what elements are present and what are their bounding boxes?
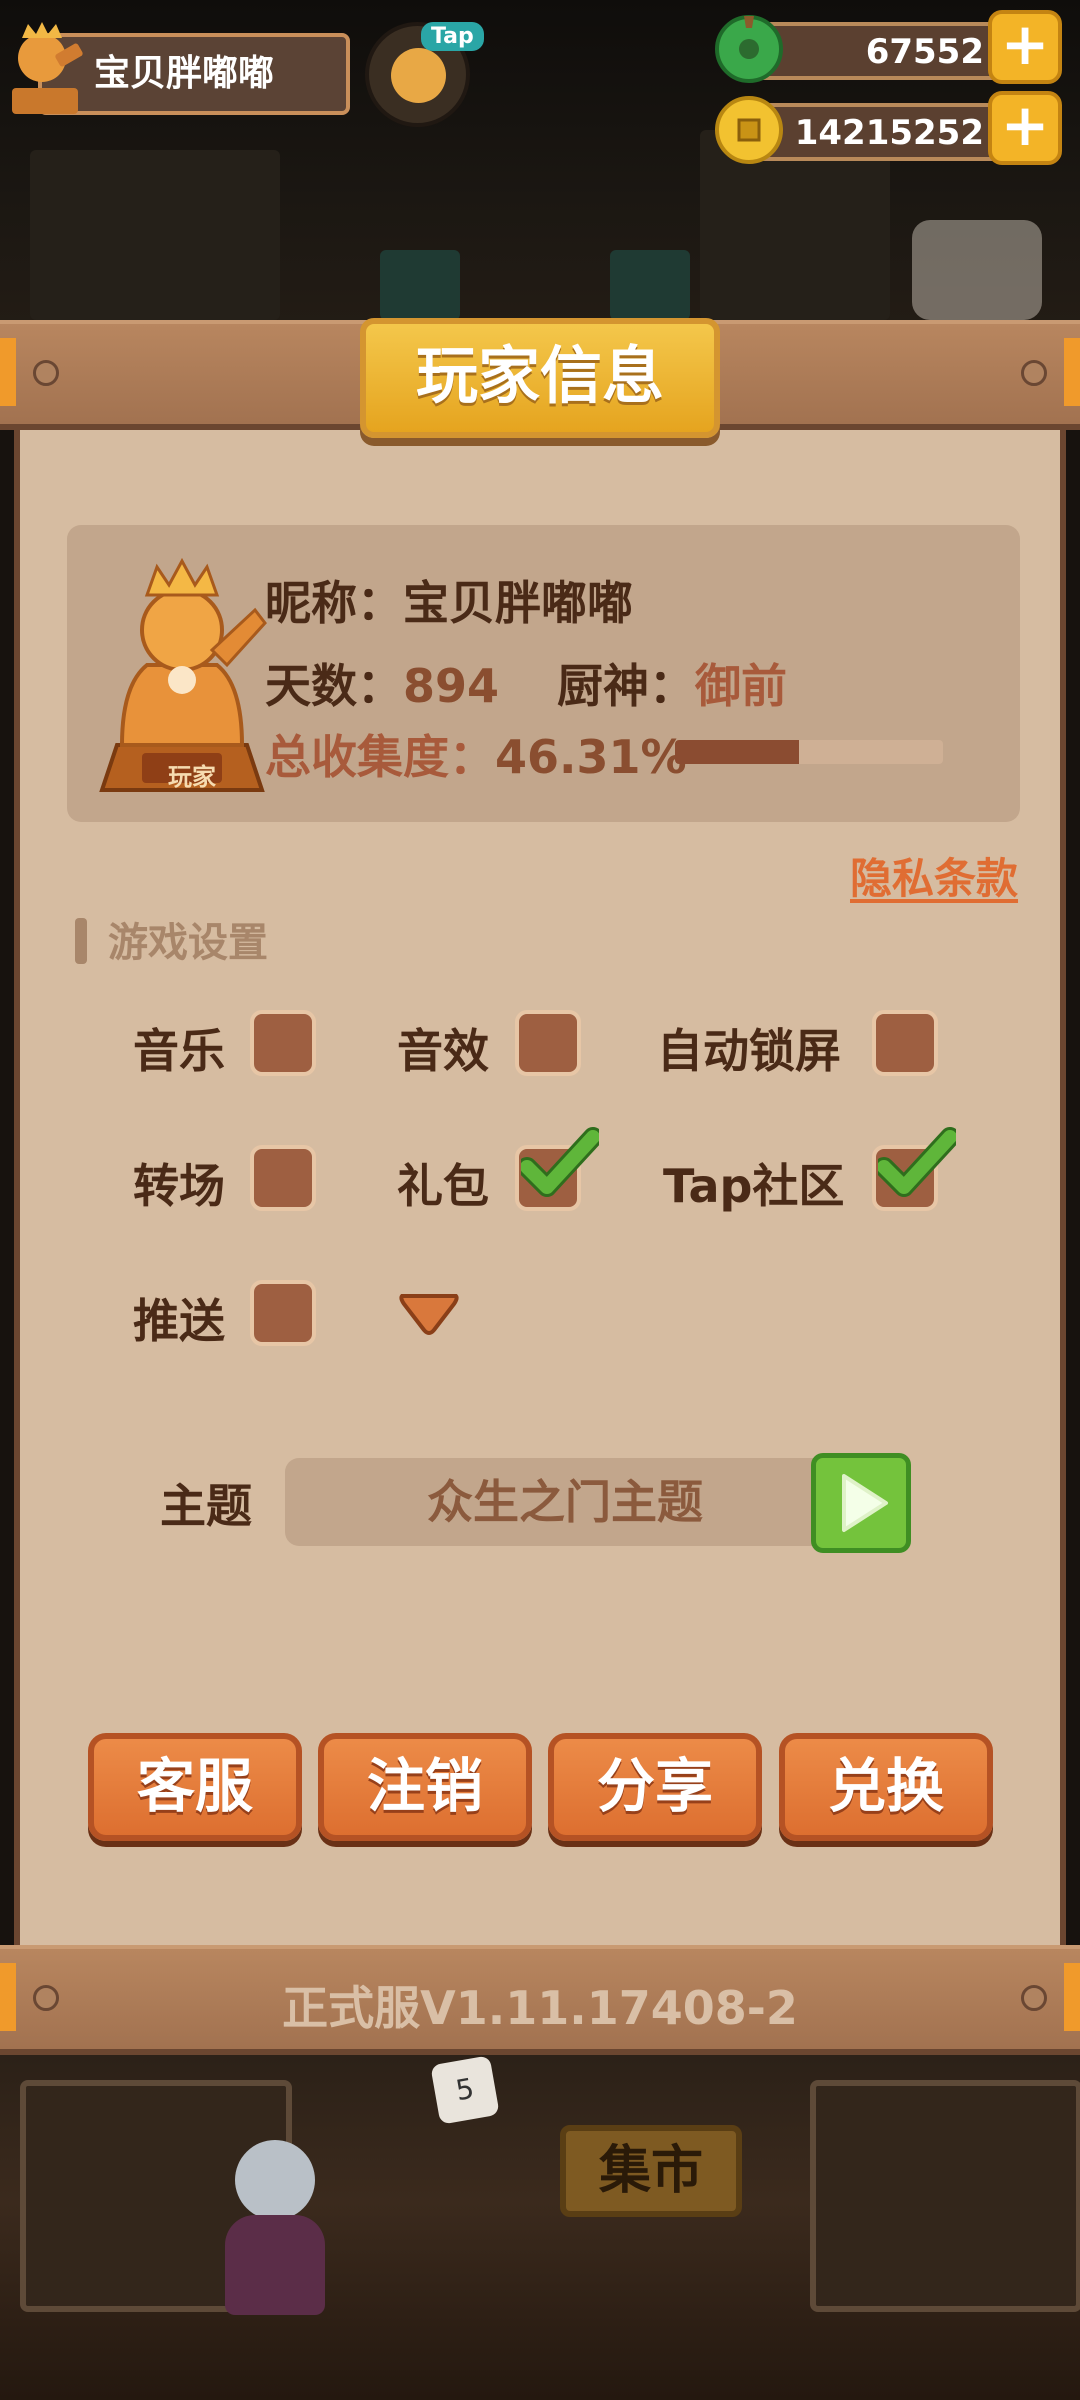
- theme-selector[interactable]: 众生之门主题: [285, 1458, 845, 1546]
- version-label: 正式服V1.11.17408-2: [282, 1981, 798, 2035]
- privacy-policy-link[interactable]: 隐私条款: [850, 845, 1018, 906]
- speech-sign-icon: [912, 220, 1042, 320]
- logout-button[interactable]: 注销: [318, 1733, 532, 1841]
- panel-title: 玩家信息: [360, 318, 720, 438]
- tap-community-button[interactable]: Tap: [365, 22, 484, 127]
- add-jade-button[interactable]: +: [988, 10, 1062, 84]
- play-icon: [842, 1474, 888, 1532]
- customer-service-button[interactable]: 客服: [88, 1733, 302, 1841]
- nickname-label: 昵称：: [265, 576, 403, 630]
- chef-label: 厨神：: [557, 659, 695, 713]
- gift-pack-label: 礼包: [397, 1159, 489, 1213]
- coin-icon: [715, 96, 783, 164]
- share-button[interactable]: 分享: [548, 1733, 762, 1841]
- collection-label: 总收集度：: [265, 730, 495, 784]
- transition-label: 转场: [133, 1159, 225, 1213]
- push-label: 推送: [133, 1294, 225, 1348]
- market-stall: [810, 2080, 1080, 2312]
- collection-value: 46.31%: [495, 730, 687, 784]
- auto-lock-label: 自动锁屏: [657, 1024, 841, 1078]
- days-value: 894: [403, 659, 500, 713]
- market-sign[interactable]: 集市: [560, 2125, 742, 2217]
- days-row: 天数：894: [265, 650, 499, 716]
- section-marker: [75, 918, 87, 964]
- coin-amount: 14215252: [794, 113, 984, 153]
- jade-amount: 67552: [865, 32, 984, 72]
- collection-progress-fill: [675, 740, 800, 764]
- theme-label: 主题: [160, 1479, 252, 1533]
- statue-plaque: 玩家: [168, 763, 216, 791]
- gift-pack-checkbox[interactable]: [515, 1127, 599, 1211]
- transition-checkbox[interactable]: [250, 1145, 316, 1211]
- tap-badge: Tap: [421, 22, 484, 51]
- npc-character[interactable]: [215, 2140, 335, 2320]
- music-label: 音乐: [133, 1024, 225, 1078]
- redeem-button[interactable]: 兑换: [779, 1733, 993, 1841]
- theme-play-button[interactable]: [811, 1453, 911, 1553]
- chef-row: 厨神：御前: [557, 650, 787, 716]
- player-avatar-icon[interactable]: [4, 18, 86, 118]
- chef-value: 御前: [695, 659, 787, 713]
- player-name: 宝贝胖嘟嘟: [94, 53, 275, 94]
- add-coin-button[interactable]: +: [988, 91, 1062, 165]
- checkmark-icon: [878, 1127, 956, 1197]
- nickname-row: 昵称：宝贝胖嘟嘟: [265, 567, 633, 633]
- player-info-card: 玩家 昵称：宝贝胖嘟嘟 天数：894 厨神：御前 总收集度：46.31%: [67, 525, 1020, 822]
- chevron-down-icon[interactable]: [398, 1290, 460, 1338]
- sound-effect-checkbox[interactable]: [515, 1010, 581, 1076]
- jade-icon: [715, 15, 783, 83]
- push-checkbox[interactable]: [250, 1280, 316, 1346]
- coin-currency-bar: 14215252 +: [715, 91, 1062, 165]
- speech-bubble-count: 5: [430, 2055, 500, 2125]
- tap-community-checkbox[interactable]: [872, 1127, 956, 1211]
- auto-lock-checkbox[interactable]: [872, 1010, 938, 1076]
- tap-community-label: Tap社区: [663, 1159, 845, 1213]
- settings-section-title: 游戏设置: [108, 920, 268, 966]
- checkmark-icon: [521, 1127, 599, 1197]
- collection-row: 总收集度：46.31%: [265, 721, 687, 787]
- jade-currency-bar: 67552 +: [715, 10, 1062, 84]
- sound-effect-label: 音效: [397, 1024, 489, 1078]
- nickname-value: 宝贝胖嘟嘟: [403, 576, 633, 630]
- collection-progress-bar: [675, 740, 943, 764]
- days-label: 天数：: [265, 659, 403, 713]
- music-checkbox[interactable]: [250, 1010, 316, 1076]
